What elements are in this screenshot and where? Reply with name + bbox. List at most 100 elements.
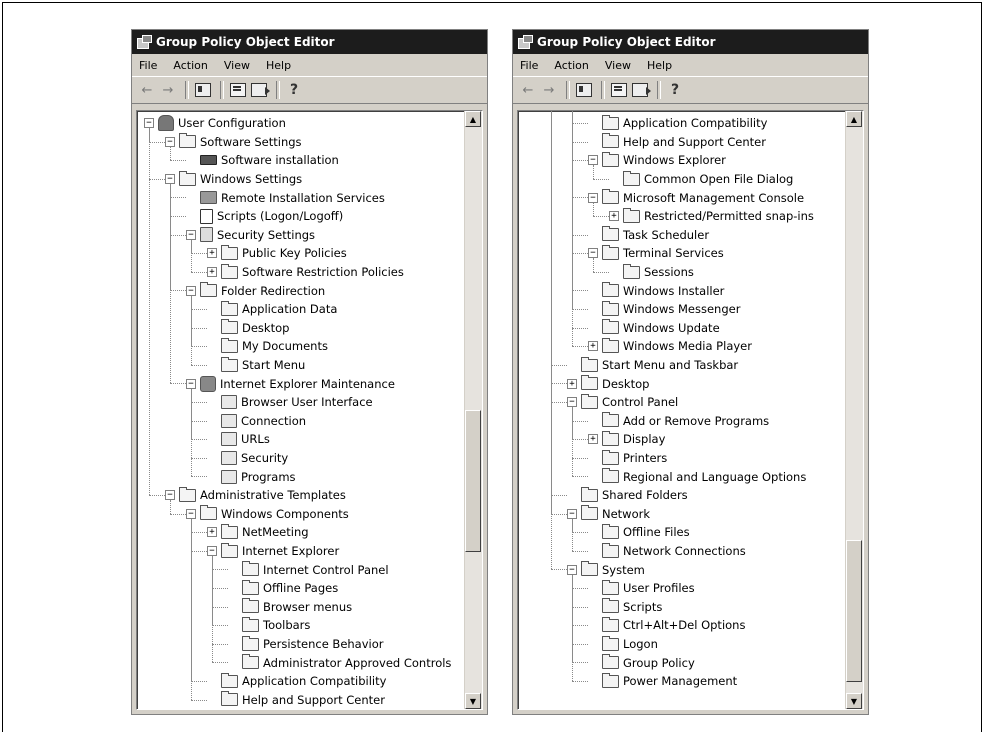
back-arrow-icon[interactable]: ← — [138, 81, 156, 99]
tree-item[interactable]: Group Policy — [588, 653, 695, 672]
tree-item[interactable]: + Display — [588, 430, 665, 449]
tree-collapse-icon[interactable]: − — [186, 229, 196, 240]
forward-arrow-icon[interactable]: → — [159, 81, 177, 99]
tree-item[interactable]: Remote Installation Services — [186, 188, 385, 207]
tree-item[interactable]: URLs — [207, 430, 270, 449]
tree-collapse-icon[interactable]: − — [567, 564, 577, 575]
tree-item[interactable]: Programs — [207, 467, 296, 486]
menu-file[interactable]: File — [520, 59, 538, 72]
tree-item[interactable]: + Software Restriction Policies — [207, 263, 404, 282]
tree-item[interactable]: Security — [207, 449, 288, 468]
tree-collapse-icon[interactable]: − — [165, 136, 175, 147]
tree-item[interactable]: Sessions — [609, 263, 694, 282]
tree-item[interactable]: Connection — [207, 412, 306, 431]
tree-collapse-icon[interactable]: − — [567, 508, 577, 519]
tree-item[interactable]: − Folder Redirection — [186, 281, 325, 300]
export-list-button[interactable] — [250, 81, 270, 99]
tree-collapse-icon[interactable]: − — [588, 248, 598, 259]
tree-item[interactable]: + Desktop — [567, 374, 649, 393]
tree-item[interactable]: − Microsoft Management Console — [588, 188, 804, 207]
tree-item[interactable]: Windows Installer — [588, 281, 724, 300]
tree-item[interactable]: Regional and Language Options — [588, 467, 806, 486]
tree-collapse-icon[interactable]: − — [165, 174, 175, 185]
tree-item[interactable]: Help and Support Center — [207, 691, 385, 709]
tree-item[interactable]: Browser menus — [228, 598, 352, 617]
back-arrow-icon[interactable]: ← — [519, 81, 537, 99]
tree-item[interactable]: Shared Folders — [567, 486, 688, 505]
tree-item[interactable]: Administrator Approved Controls — [228, 653, 451, 672]
tree-item[interactable]: − Internet Explorer Maintenance — [186, 374, 395, 393]
tree-item[interactable]: − Internet Explorer — [207, 542, 339, 561]
tree-collapse-icon[interactable]: − — [186, 285, 196, 296]
menu-action[interactable]: Action — [554, 59, 588, 72]
tree-collapse-icon[interactable]: − — [207, 546, 217, 557]
tree-item[interactable]: Logon — [588, 635, 658, 654]
tree-item[interactable]: Desktop — [207, 319, 289, 338]
tree-item[interactable]: − System — [567, 560, 645, 579]
vertical-scrollbar[interactable]: ▲ ▼ — [464, 111, 482, 709]
scroll-thumb[interactable] — [846, 540, 862, 682]
tree-item[interactable]: Offline Files — [588, 523, 690, 542]
tree-item[interactable]: Network Connections — [588, 542, 746, 561]
tree-item[interactable]: Start Menu and Taskbar — [567, 356, 738, 375]
tree-item[interactable]: Application Compatibility — [588, 114, 767, 133]
help-button[interactable]: ? — [666, 81, 684, 99]
tree-item[interactable]: Application Compatibility — [207, 672, 386, 691]
tree-expand-icon[interactable]: + — [207, 267, 217, 278]
menu-help[interactable]: Help — [266, 59, 291, 72]
show-hide-tree-button[interactable] — [194, 81, 212, 99]
tree-item[interactable]: Toolbars — [228, 616, 310, 635]
menu-help[interactable]: Help — [647, 59, 672, 72]
tree-collapse-icon[interactable]: − — [165, 490, 175, 501]
help-button[interactable]: ? — [285, 81, 303, 99]
scroll-thumb[interactable] — [465, 410, 481, 552]
tree-item[interactable]: Ctrl+Alt+Del Options — [588, 616, 745, 635]
tree-item[interactable]: − Software Settings — [165, 133, 302, 152]
properties-button[interactable] — [229, 81, 247, 99]
scroll-down-button[interactable]: ▼ — [846, 693, 862, 709]
tree-item[interactable]: Scripts — [588, 598, 662, 617]
tree-item[interactable]: − Network — [567, 505, 650, 524]
tree-item[interactable]: Start Menu — [207, 356, 305, 375]
tree-item[interactable]: − Windows Settings — [165, 170, 302, 189]
tree-item[interactable]: Persistence Behavior — [228, 635, 384, 654]
tree-item[interactable]: Task Scheduler — [588, 226, 709, 245]
tree-item[interactable]: − User Configuration — [144, 114, 286, 133]
export-list-button[interactable] — [631, 81, 651, 99]
tree-item[interactable]: Add or Remove Programs — [588, 412, 769, 431]
menu-view[interactable]: View — [224, 59, 250, 72]
tree-item[interactable]: Windows Update — [588, 319, 720, 338]
tree-expand-icon[interactable]: + — [588, 434, 598, 445]
tree-item[interactable]: Scripts (Logon/Logoff) — [186, 207, 343, 226]
menu-action[interactable]: Action — [173, 59, 207, 72]
tree-collapse-icon[interactable]: − — [186, 508, 196, 519]
tree-item[interactable]: + Public Key Policies — [207, 244, 347, 263]
tree-item[interactable]: − Administrative Templates — [165, 486, 346, 505]
tree-expand-icon[interactable]: + — [207, 527, 217, 538]
tree-item[interactable]: Browser User Interface — [207, 393, 373, 412]
tree-item[interactable]: Offline Pages — [228, 579, 338, 598]
show-hide-tree-button[interactable] — [575, 81, 593, 99]
tree-item[interactable]: − Terminal Services — [588, 244, 724, 263]
title-bar[interactable]: Group Policy Object Editor — [132, 30, 487, 54]
tree-item[interactable]: − Control Panel — [567, 393, 678, 412]
tree-expand-icon[interactable]: + — [207, 248, 217, 259]
tree-item[interactable]: Help and Support Center — [588, 133, 766, 152]
tree-expand-icon[interactable]: + — [567, 378, 577, 389]
tree-item[interactable]: Software installation — [186, 151, 339, 170]
tree-item[interactable]: − Windows Explorer — [588, 151, 726, 170]
tree-expand-icon[interactable]: + — [588, 341, 598, 352]
tree-item[interactable]: Printers — [588, 449, 667, 468]
tree-item[interactable]: − Security Settings — [186, 226, 315, 245]
tree-collapse-icon[interactable]: − — [144, 118, 154, 129]
tree-item[interactable]: Windows Messenger — [588, 300, 740, 319]
tree-item[interactable]: My Documents — [207, 337, 328, 356]
tree-item[interactable]: Internet Control Panel — [228, 560, 389, 579]
tree-item[interactable]: + Windows Media Player — [588, 337, 752, 356]
tree-item[interactable]: Power Management — [588, 672, 737, 691]
vertical-scrollbar[interactable]: ▲ ▼ — [845, 111, 863, 709]
menu-file[interactable]: File — [139, 59, 157, 72]
tree-collapse-icon[interactable]: − — [186, 378, 196, 389]
tree-expand-icon[interactable]: + — [609, 211, 619, 222]
tree-collapse-icon[interactable]: − — [588, 192, 598, 203]
